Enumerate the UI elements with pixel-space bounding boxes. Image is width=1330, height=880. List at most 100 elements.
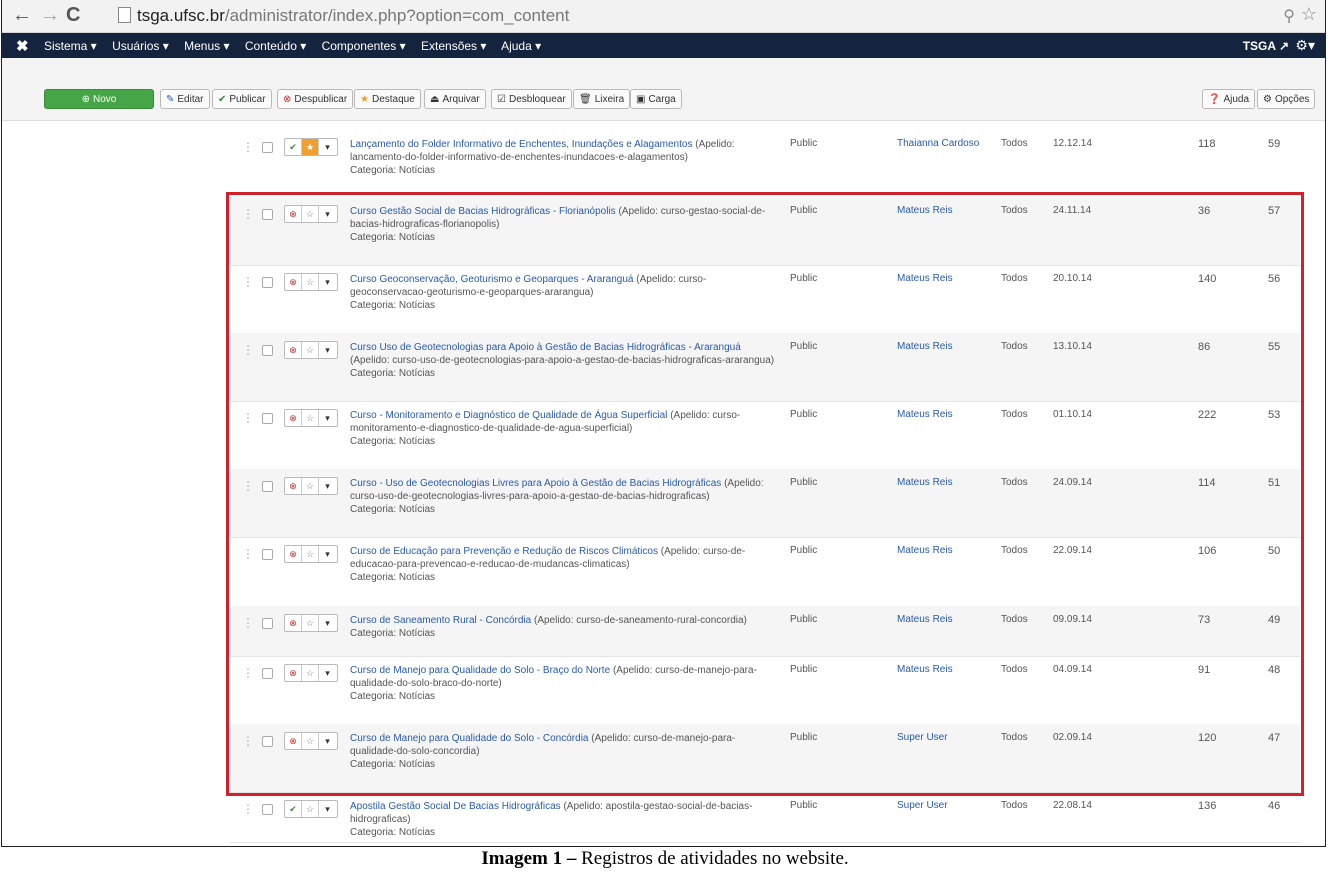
article-author-link[interactable]: Mateus Reis [897, 409, 953, 420]
caret-down-icon[interactable]: ▾ [319, 342, 336, 358]
unpublished-icon[interactable]: ⊗ [285, 342, 302, 358]
article-author-link[interactable]: Mateus Reis [897, 205, 953, 216]
drag-handle-icon[interactable]: ⋮ [242, 616, 254, 630]
caret-down-icon[interactable]: ▾ [319, 410, 336, 426]
featured-star-icon[interactable]: ☆ [302, 801, 319, 817]
published-icon[interactable]: ✔ [285, 801, 302, 817]
article-author-link[interactable]: Mateus Reis [897, 614, 953, 625]
drag-handle-icon[interactable]: ⋮ [242, 275, 254, 289]
caret-down-icon[interactable]: ▾ [319, 615, 336, 631]
row-checkbox[interactable] [262, 736, 273, 747]
user-gear-icon[interactable]: ⚙▾ [1295, 37, 1315, 54]
row-checkbox[interactable] [262, 142, 273, 153]
caret-down-icon[interactable]: ▾ [319, 546, 336, 562]
unpublish-button[interactable]: ⊗ Despublicar [277, 89, 354, 109]
address-bar[interactable]: tsga.ufsc.br/administrator/index.php?opt… [118, 5, 1278, 27]
new-button[interactable]: ⊕ Novo [44, 89, 154, 109]
menu-conteudo[interactable]: Conteúdo ▾ [245, 39, 306, 53]
back-icon[interactable]: ← [12, 4, 32, 26]
featured-star-icon[interactable]: ☆ [302, 478, 319, 494]
featured-star-icon[interactable]: ☆ [302, 615, 319, 631]
article-title-link[interactable]: Lançamento do Folder Informativo de Ench… [350, 139, 692, 150]
featured-star-icon[interactable]: ☆ [302, 206, 319, 222]
publish-button[interactable]: ✔ Publicar [212, 89, 272, 109]
caret-down-icon[interactable]: ▾ [319, 665, 336, 681]
row-checkbox[interactable] [262, 209, 273, 220]
site-link[interactable]: TSGA ↗ [1243, 39, 1289, 53]
article-title-link[interactable]: Curso - Monitoramento e Diagnóstico de Q… [350, 410, 667, 421]
menu-ajuda[interactable]: Ajuda ▾ [501, 39, 541, 53]
menu-sistema[interactable]: Sistema ▾ [44, 39, 97, 53]
caret-down-icon[interactable]: ▾ [319, 206, 336, 222]
bookmark-star-icon[interactable]: ☆ [1301, 4, 1317, 25]
drag-handle-icon[interactable]: ⋮ [242, 411, 254, 425]
archive-button[interactable]: ⏏ Arquivar [424, 89, 486, 109]
featured-star-icon[interactable]: ☆ [302, 410, 319, 426]
caret-down-icon[interactable]: ▾ [319, 478, 336, 494]
drag-handle-icon[interactable]: ⋮ [242, 140, 254, 154]
drag-handle-icon[interactable]: ⋮ [242, 666, 254, 680]
unpublished-icon[interactable]: ⊗ [285, 733, 302, 749]
row-checkbox[interactable] [262, 668, 273, 679]
article-title-link[interactable]: Curso de Saneamento Rural - Concórdia [350, 615, 531, 626]
article-title-link[interactable]: Curso Uso de Geotecnologias para Apoio à… [350, 342, 741, 353]
row-checkbox[interactable] [262, 277, 273, 288]
article-author-link[interactable]: Mateus Reis [897, 273, 953, 284]
unpublished-icon[interactable]: ⊗ [285, 206, 302, 222]
menu-extensoes[interactable]: Extensões ▾ [421, 39, 486, 53]
drag-handle-icon[interactable]: ⋮ [242, 479, 254, 493]
unpublished-icon[interactable]: ⊗ [285, 478, 302, 494]
featured-star-icon[interactable]: ☆ [302, 546, 319, 562]
unpublished-icon[interactable]: ⊗ [285, 665, 302, 681]
menu-componentes[interactable]: Componentes ▾ [322, 39, 406, 53]
drag-handle-icon[interactable]: ⋮ [242, 734, 254, 748]
help-button[interactable]: ❓ Ajuda [1202, 89, 1256, 109]
article-author-link[interactable]: Super User [897, 800, 948, 811]
article-title-link[interactable]: Curso de Manejo para Qualidade do Solo -… [350, 733, 588, 744]
row-checkbox[interactable] [262, 413, 273, 424]
unpublished-icon[interactable]: ⊗ [285, 546, 302, 562]
batch-button[interactable]: ▣ Carga [630, 89, 682, 109]
zoom-icon[interactable]: ⚲ [1283, 6, 1295, 26]
row-checkbox[interactable] [262, 481, 273, 492]
caret-down-icon[interactable]: ▾ [319, 801, 336, 817]
unpublished-icon[interactable]: ⊗ [285, 615, 302, 631]
caret-down-icon[interactable]: ▾ [319, 139, 336, 155]
article-title-link[interactable]: Curso Gestão Social de Bacias Hidrográfi… [350, 206, 616, 217]
options-button[interactable]: ⚙ Opções [1257, 89, 1316, 109]
row-checkbox[interactable] [262, 549, 273, 560]
row-checkbox[interactable] [262, 804, 273, 815]
caret-down-icon[interactable]: ▾ [319, 733, 336, 749]
article-title-link[interactable]: Apostila Gestão Social De Bacias Hidrogr… [350, 801, 561, 812]
unpublished-icon[interactable]: ⊗ [285, 274, 302, 290]
published-icon[interactable]: ✔ [285, 139, 302, 155]
unpublished-icon[interactable]: ⊗ [285, 410, 302, 426]
featured-star-icon[interactable]: ☆ [302, 665, 319, 681]
article-title-link[interactable]: Curso de Educação para Prevenção e Reduç… [350, 546, 658, 557]
joomla-logo-icon[interactable]: ✖ [16, 37, 29, 55]
article-title-link[interactable]: Curso de Manejo para Qualidade do Solo -… [350, 665, 610, 676]
drag-handle-icon[interactable]: ⋮ [242, 343, 254, 357]
trash-button[interactable]: 🗑 Lixeira [573, 89, 631, 109]
menu-menus[interactable]: Menus ▾ [184, 39, 229, 53]
caret-down-icon[interactable]: ▾ [319, 274, 336, 290]
article-author-link[interactable]: Mateus Reis [897, 477, 953, 488]
drag-handle-icon[interactable]: ⋮ [242, 547, 254, 561]
featured-star-icon[interactable]: ★ [302, 139, 319, 155]
featured-star-icon[interactable]: ☆ [302, 342, 319, 358]
drag-handle-icon[interactable]: ⋮ [242, 207, 254, 221]
checkin-button[interactable]: ☑ Desbloquear [491, 89, 572, 109]
article-author-link[interactable]: Mateus Reis [897, 664, 953, 675]
edit-button[interactable]: ✎ Editar [160, 89, 210, 109]
article-author-link[interactable]: Thaianna Cardoso [897, 138, 979, 149]
article-author-link[interactable]: Mateus Reis [897, 341, 953, 352]
row-checkbox[interactable] [262, 618, 273, 629]
article-title-link[interactable]: Curso - Uso de Geotecnologias Livres par… [350, 478, 721, 489]
menu-usuarios[interactable]: Usuários ▾ [112, 39, 169, 53]
reload-icon[interactable]: C [66, 4, 80, 26]
featured-star-icon[interactable]: ☆ [302, 733, 319, 749]
article-title-link[interactable]: Curso Geoconservação, Geoturismo e Geopa… [350, 274, 634, 285]
article-author-link[interactable]: Super User [897, 732, 948, 743]
row-checkbox[interactable] [262, 345, 273, 356]
feature-button[interactable]: ★ Destaque [354, 89, 421, 109]
